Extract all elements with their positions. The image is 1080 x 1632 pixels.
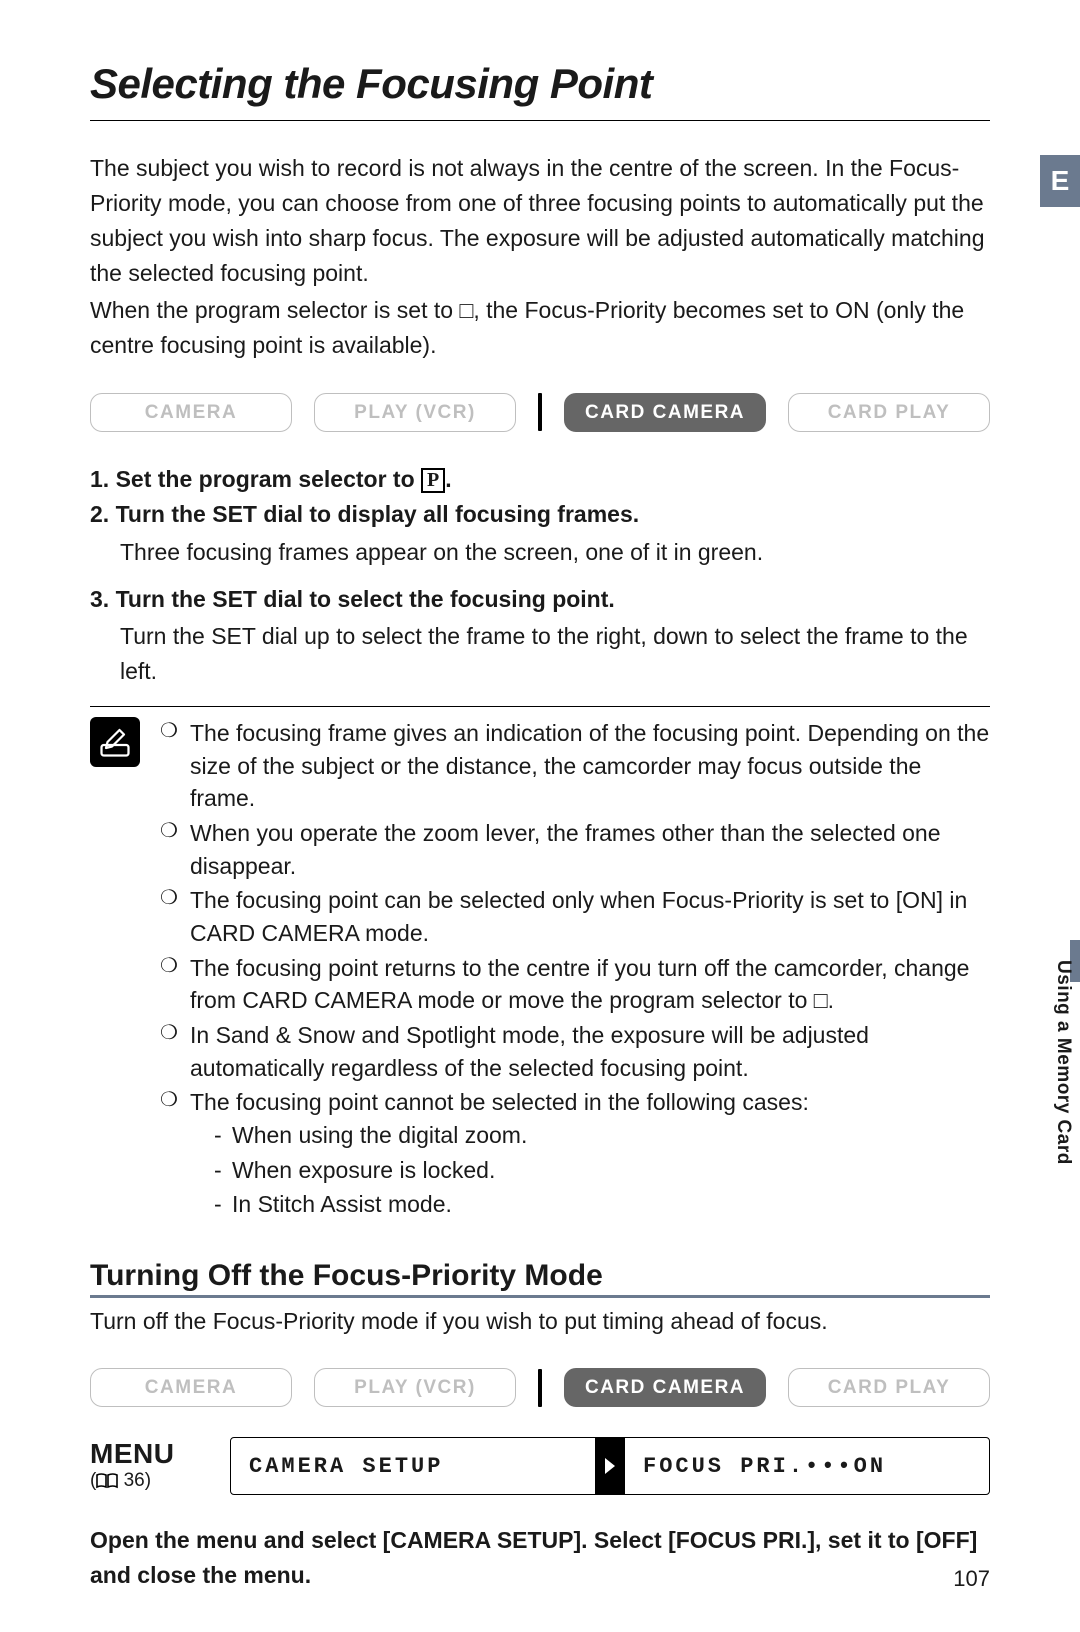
step-text: . (445, 466, 451, 492)
menu-path-right: FOCUS PRI.•••ON (625, 1438, 989, 1494)
note-icon (90, 717, 140, 767)
menu-arrow-icon (595, 1438, 625, 1494)
notes-block: The focusing frame gives an indication o… (90, 706, 990, 1223)
language-tab: E (1040, 155, 1080, 207)
menu-label-block: MENU ( 36) (90, 1438, 210, 1495)
step-heading: 3. Turn the SET dial to select the focus… (90, 582, 990, 618)
subsection-rule (90, 1295, 990, 1298)
note-item: The focusing point returns to the centre… (160, 952, 990, 1017)
intro-paragraph: The subject you wish to record is not al… (90, 151, 990, 291)
intro-block: The subject you wish to record is not al… (90, 151, 990, 363)
subsection-intro: Turn off the Focus-Priority mode if you … (90, 1304, 990, 1339)
note-subitem: When exposure is locked. (214, 1154, 990, 1187)
note-text: The focusing point cannot be selected in… (190, 1089, 809, 1115)
step-heading: 1. Set the program selector to P. (90, 462, 990, 498)
page-number: 107 (953, 1566, 990, 1592)
steps-block: 1. Set the program selector to P. 2. Tur… (90, 462, 990, 688)
manual-page: E Using a Memory Card Selecting the Focu… (0, 0, 1080, 1632)
mode-card-play: CARD PLAY (788, 393, 990, 432)
mode-card-camera: CARD CAMERA (564, 1368, 766, 1407)
step-body: Turn the SET dial up to select the frame… (120, 619, 990, 688)
mode-play-vcr: PLAY (VCR) (314, 1368, 516, 1407)
section-side-label: Using a Memory Card (1042, 960, 1074, 1220)
mode-camera: CAMERA (90, 393, 292, 432)
mode-camera: CAMERA (90, 1368, 292, 1407)
intro-paragraph: When the program selector is set to □, t… (90, 293, 990, 363)
step-text: 1. Set the program selector to (90, 466, 421, 492)
menu-path-left: CAMERA SETUP (231, 1438, 595, 1494)
menu-ref-page: 36 (124, 1470, 145, 1491)
mode-separator-icon (538, 393, 542, 431)
note-item: The focusing point cannot be selected in… (160, 1086, 990, 1221)
notes-list: The focusing frame gives an indication o… (160, 717, 990, 1223)
title-rule (90, 120, 990, 121)
note-sublist: When using the digital zoom. When exposu… (190, 1119, 990, 1221)
subsection-heading: Turning Off the Focus-Priority Mode (90, 1259, 990, 1293)
menu-path-box: CAMERA SETUP FOCUS PRI.•••ON (230, 1437, 990, 1495)
note-item: The focusing frame gives an indication o… (160, 717, 990, 815)
note-item: The focusing point can be selected only … (160, 884, 990, 949)
mode-play-vcr: PLAY (VCR) (314, 393, 516, 432)
p-mode-icon: P (421, 468, 445, 493)
step-body: Three focusing frames appear on the scre… (120, 535, 990, 570)
note-subitem: In Stitch Assist mode. (214, 1188, 990, 1221)
mode-row: CAMERA PLAY (VCR) CARD CAMERA CARD PLAY (90, 393, 990, 432)
pencil-note-icon (97, 724, 133, 760)
note-item: In Sand & Snow and Spotlight mode, the e… (160, 1019, 990, 1084)
mode-row: CAMERA PLAY (VCR) CARD CAMERA CARD PLAY (90, 1368, 990, 1407)
book-icon (96, 1473, 118, 1495)
mode-card-play: CARD PLAY (788, 1368, 990, 1407)
step-heading: 2. Turn the SET dial to display all focu… (90, 497, 990, 533)
final-instruction: Open the menu and select [CAMERA SETUP].… (90, 1523, 990, 1592)
note-subitem: When using the digital zoom. (214, 1119, 990, 1152)
menu-word: MENU (90, 1438, 210, 1470)
mode-separator-icon (538, 1369, 542, 1407)
mode-card-camera: CARD CAMERA (564, 393, 766, 432)
menu-page-ref: ( 36) (90, 1470, 210, 1495)
note-item: When you operate the zoom lever, the fra… (160, 817, 990, 882)
menu-row: MENU ( 36) CAMERA SETUP FOCUS PRI.•••ON (90, 1437, 990, 1495)
page-title: Selecting the Focusing Point (90, 60, 990, 108)
